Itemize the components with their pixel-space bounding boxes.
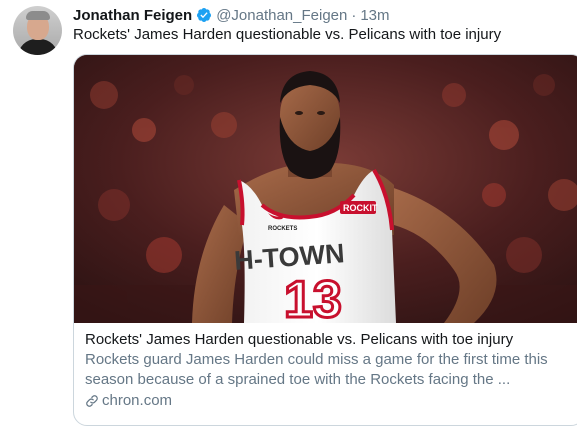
player-photo: ROCKIT ROCKETS H-TOWN 13: [74, 55, 577, 323]
author-avatar[interactable]: [13, 6, 62, 55]
card-text: Rockets' James Harden questionable vs. P…: [85, 330, 575, 411]
jersey-patch-text: ROCKETS: [268, 226, 297, 232]
jersey-number-text: 13: [284, 271, 342, 323]
author-handle[interactable]: @Jonathan_Feigen: [216, 7, 347, 24]
card-image[interactable]: ROCKIT ROCKETS H-TOWN 13: [74, 55, 577, 323]
verified-badge-icon: [197, 8, 212, 22]
tweet-timestamp[interactable]: 13m: [360, 7, 389, 24]
tweet-text: Rockets' James Harden questionable vs. P…: [73, 26, 502, 43]
card-description: Rockets guard James Harden could miss a …: [85, 351, 548, 388]
link-icon: [86, 395, 98, 407]
tweet[interactable]: Jonathan Feigen @Jonathan_Feigen · 13m R…: [0, 0, 577, 426]
tweet-header: Jonathan Feigen @Jonathan_Feigen · 13m: [73, 5, 390, 25]
card-title[interactable]: Rockets' James Harden questionable vs. P…: [85, 330, 575, 350]
jersey-brand-text: ROCKIT: [343, 203, 378, 213]
author-name[interactable]: Jonathan Feigen: [73, 7, 192, 24]
card-domain-row: chron.com: [85, 391, 575, 411]
card-domain[interactable]: chron.com: [102, 391, 172, 411]
separator-dot: ·: [351, 6, 357, 24]
link-card[interactable]: ROCKIT ROCKETS H-TOWN 13 Rockets' James …: [73, 54, 577, 426]
